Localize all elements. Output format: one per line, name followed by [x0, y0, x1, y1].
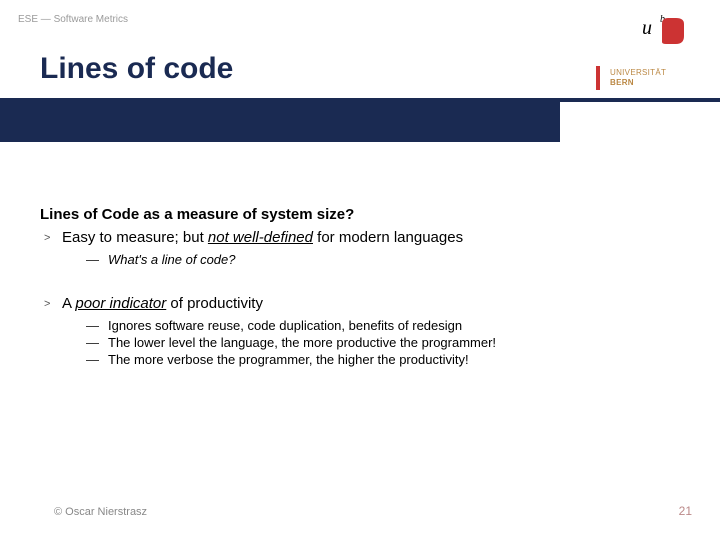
em-dash-icon: — — [86, 352, 108, 367]
bullet-2-sub: — Ignores software reuse, code duplicati… — [86, 318, 680, 367]
chevron-right-icon: > — [40, 295, 62, 310]
bullet-1: > Easy to measure; but not well-defined … — [40, 229, 680, 246]
em-dash-icon: — — [86, 318, 108, 333]
u-b-mark-icon: u b — [640, 12, 688, 44]
bullet-2-sub-3-text: The more verbose the programmer, the hig… — [108, 352, 469, 367]
bullet-1-text: Easy to measure; but not well-defined fo… — [62, 229, 463, 246]
logo-stripe — [596, 66, 600, 90]
logo-line1: UNIVERSITÄT — [610, 68, 666, 77]
page-title: Lines of code — [40, 52, 233, 86]
bullet-1-pre: Easy to measure; but — [62, 229, 208, 246]
bullet-2: > A poor indicator of productivity — [40, 295, 680, 312]
em-dash-icon: — — [86, 252, 108, 267]
bullet-2-pre: A — [62, 295, 75, 312]
bullet-2-text: A poor indicator of productivity — [62, 295, 263, 312]
em-dash-icon: — — [86, 335, 108, 350]
bullet-2-sub-3: — The more verbose the programmer, the h… — [86, 352, 680, 367]
bullet-2-em: poor indicator — [75, 295, 166, 312]
slide: ESE — Software Metrics Lines of code u b… — [0, 0, 720, 540]
title-bar — [0, 98, 560, 142]
page-number: 21 — [679, 504, 692, 518]
bullet-2-sub-1-text: Ignores software reuse, code duplication… — [108, 318, 462, 333]
bullet-2-sub-1: — Ignores software reuse, code duplicati… — [86, 318, 680, 333]
chevron-right-icon: > — [40, 229, 62, 244]
university-logo: u b UNIVERSITÄT BERN — [596, 8, 696, 98]
content-area: Lines of Code as a measure of system siz… — [40, 206, 680, 377]
bullet-2-post: of productivity — [166, 295, 263, 312]
breadcrumb: ESE — Software Metrics — [18, 14, 128, 25]
bullet-1-sub: — What's a line of code? — [86, 252, 680, 267]
bullet-2-sub-2: — The lower level the language, the more… — [86, 335, 680, 350]
title-bar-extension — [560, 98, 720, 102]
bullet-2-sub-2-text: The lower level the language, the more p… — [108, 335, 496, 350]
bullet-1-em: not well-defined — [208, 229, 313, 246]
lead-question: Lines of Code as a measure of system siz… — [40, 206, 680, 223]
logo-line2: BERN — [610, 78, 634, 87]
bullet-1-sub-1-text: What's a line of code? — [108, 252, 236, 267]
svg-text:u: u — [642, 17, 652, 39]
bullet-1-post: for modern languages — [313, 229, 463, 246]
copyright: © Oscar Nierstrasz — [54, 506, 147, 518]
bullet-1-sub-1: — What's a line of code? — [86, 252, 680, 267]
